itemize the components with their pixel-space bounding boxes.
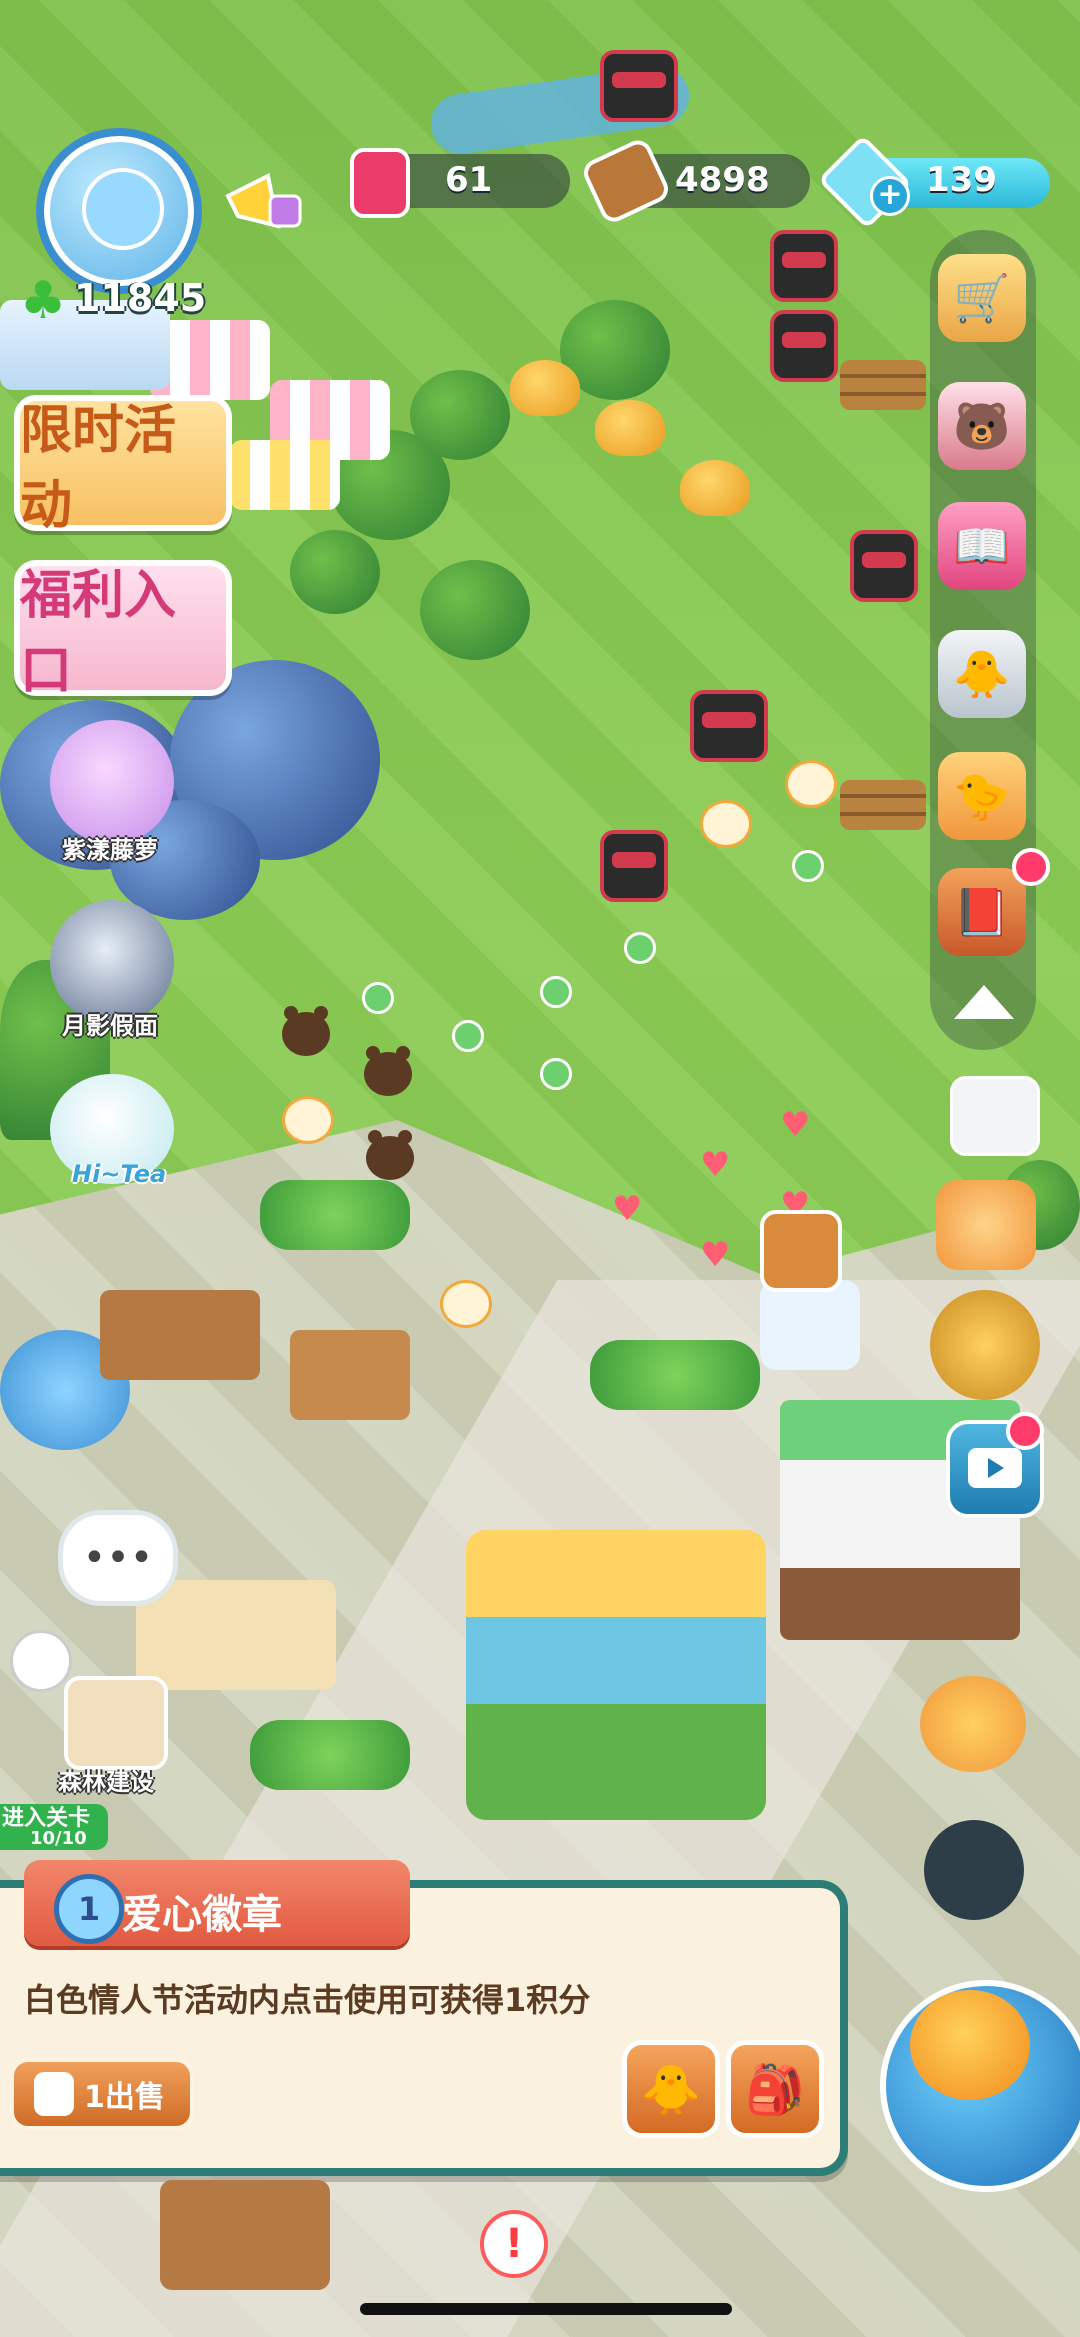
jam-pot[interactable] [850, 530, 918, 602]
forest-build-label[interactable]: 森林建设 [58, 1762, 154, 1797]
limited-event-label: 限时活动 [20, 401, 177, 536]
log-pile[interactable] [840, 780, 926, 830]
limited-event-button[interactable]: 限时活动 [14, 395, 232, 536]
sell-jar-icon [34, 2072, 74, 2116]
tree[interactable] [290, 530, 380, 614]
notification-dot [1012, 848, 1050, 886]
clipboard-build-icon[interactable] [64, 1676, 168, 1770]
log-pile[interactable] [840, 360, 926, 410]
sprout-pickup[interactable] [792, 850, 824, 882]
flower-hedge [590, 1340, 760, 1410]
add-gems-button[interactable]: + [870, 176, 910, 216]
heart-pickup[interactable]: ♥ [700, 1238, 734, 1272]
chick-sprite[interactable] [700, 800, 752, 848]
golden-trophy-button[interactable] [930, 1290, 1040, 1400]
bear-sprite[interactable] [366, 1130, 414, 1180]
home-indicator[interactable] [360, 2303, 732, 2315]
alert-bubble[interactable]: ! [480, 2210, 548, 2278]
book-cards-icon: 📖 [953, 518, 1011, 573]
croissant[interactable] [680, 460, 750, 516]
flower-cart[interactable] [160, 2180, 330, 2290]
heart-pickup[interactable]: ♥ [700, 1148, 734, 1182]
pineapple-bun[interactable] [510, 360, 580, 416]
camera-button[interactable] [950, 1076, 1040, 1156]
gem-count: 139 [926, 160, 997, 200]
market-stall[interactable] [230, 440, 340, 510]
mini-avatar[interactable] [10, 1630, 72, 1692]
chat-button[interactable]: ••• [58, 1510, 178, 1606]
character-ziyang-avatar[interactable] [50, 720, 174, 844]
sprout-pickup[interactable] [362, 982, 394, 1014]
chick-hand-button[interactable]: 🐤 [938, 752, 1026, 840]
tree[interactable] [420, 560, 530, 660]
megaphone-icon[interactable] [218, 156, 308, 246]
jam-jar-icon [350, 148, 410, 218]
flower-hedge [250, 1720, 410, 1790]
chick-hand-icon: 🐤 [953, 768, 1011, 823]
remote-chick-button[interactable]: 🐥 [938, 630, 1026, 718]
item-description: 白色情人节活动内点击使用可获得1积分 [24, 1981, 591, 2019]
recipe-book-button[interactable]: 📕 [938, 868, 1026, 956]
item-title: 爱心徽章 [122, 1892, 282, 1938]
sprout-pickup[interactable] [452, 1020, 484, 1052]
harvest-bubble[interactable] [760, 1210, 842, 1292]
avatar-face [82, 168, 164, 250]
chick-sprite[interactable] [785, 760, 837, 808]
remote-chick-icon: 🐥 [953, 646, 1011, 701]
jam-pot[interactable] [600, 830, 668, 902]
jam-jar-pair[interactable] [690, 690, 768, 762]
ellipsis-icon: ••• [82, 1535, 154, 1581]
bear-sprite[interactable] [282, 1006, 330, 1056]
phone-chick-button[interactable] [936, 1180, 1036, 1270]
bench[interactable] [290, 1330, 410, 1420]
character-label[interactable]: 紫漾藤萝 [62, 830, 158, 865]
backpack-button[interactable]: 🎒 [726, 2040, 824, 2138]
sell-label: 1出售 [84, 2080, 165, 2115]
hitea-label[interactable]: Hi~Tea [72, 1160, 166, 1188]
shop-cart-button[interactable]: 🛒 [938, 254, 1026, 342]
bunny-bear-icon: 🐻 [953, 398, 1011, 453]
item-count-badge: 1 [54, 1874, 124, 1944]
welfare-entry-label: 福利入口 [20, 566, 177, 701]
flower-hedge [260, 1180, 410, 1250]
notification-dot [1006, 1412, 1044, 1450]
wood-count: 4898 [675, 160, 770, 200]
garden-plot[interactable] [100, 1290, 260, 1380]
globe-bird-icon [910, 1990, 1030, 2100]
welfare-entry-button[interactable]: 福利入口 [14, 560, 232, 701]
paper-crane[interactable] [760, 1280, 860, 1370]
clover-count: 11845 [74, 276, 207, 320]
sprout-pickup[interactable] [540, 976, 572, 1008]
pineapple-bun[interactable] [595, 400, 665, 456]
owl-journal-button[interactable] [924, 1820, 1024, 1920]
bunny-bear-button[interactable]: 🐻 [938, 382, 1026, 470]
station-building[interactable] [466, 1530, 766, 1820]
backpack-icon: 🎒 [745, 2061, 805, 2118]
chick-sprite[interactable] [440, 1280, 492, 1328]
player-avatar[interactable] [36, 128, 202, 294]
sprout-pickup[interactable] [540, 1058, 572, 1090]
chick-hammer-icon: 🐥 [641, 2061, 701, 2118]
collapse-toolbar-button[interactable] [954, 985, 1014, 1019]
recipe-book-icon: 📕 [953, 884, 1011, 939]
character-label[interactable]: 月影假面 [62, 1006, 158, 1041]
chick-sprite[interactable] [282, 1096, 334, 1144]
picnic-table[interactable] [136, 1580, 336, 1690]
jam-count: 61 [445, 160, 493, 200]
jam-pot[interactable] [770, 310, 838, 382]
heart-pickup[interactable]: ♥ [612, 1192, 646, 1226]
tree[interactable] [410, 370, 510, 460]
book-cards-button[interactable]: 📖 [938, 502, 1026, 590]
chick-friends-button[interactable] [920, 1676, 1026, 1772]
use-item-button[interactable]: 🐥 [622, 2040, 720, 2138]
jam-pot[interactable] [770, 230, 838, 302]
level-progress: 10/10 [30, 1828, 87, 1849]
clover-icon: ♣ [19, 271, 67, 331]
sell-button[interactable]: 1出售 [10, 2058, 194, 2130]
heart-pickup[interactable]: ♥ [780, 1108, 814, 1142]
bear-sprite[interactable] [364, 1046, 412, 1096]
sprout-pickup[interactable] [624, 932, 656, 964]
jam-jar-pair[interactable] [600, 50, 678, 122]
shop-cart-icon: 🛒 [953, 270, 1011, 325]
